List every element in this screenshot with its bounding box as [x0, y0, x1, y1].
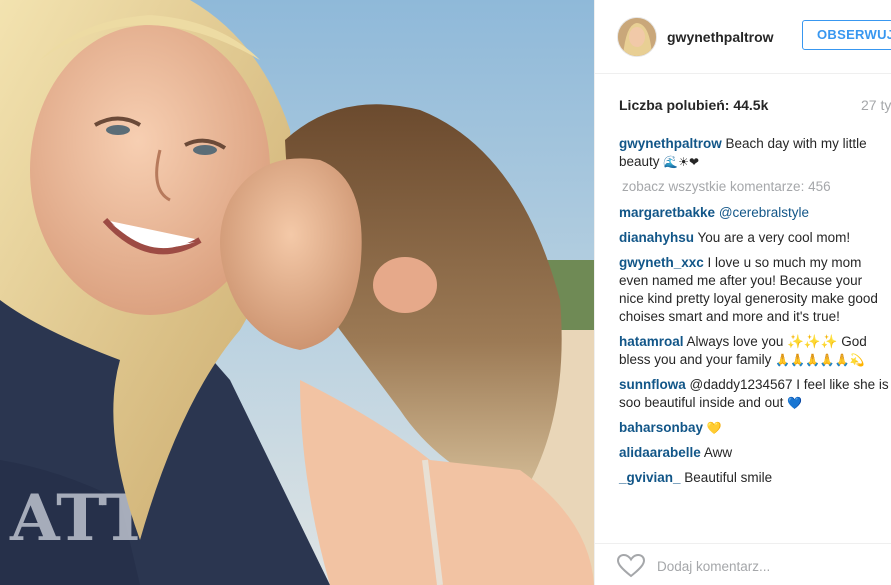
avatar-image [618, 18, 656, 56]
add-comment-input[interactable] [657, 556, 857, 576]
comment-item: dianahyhsu You are a very cool mom! [619, 229, 889, 247]
comment-text: Beautiful smile [680, 470, 773, 485]
comment-username[interactable]: baharsonbay [619, 420, 703, 435]
likes-text: Liczba polubień: 44.5k [619, 97, 769, 113]
follow-button[interactable]: OBSERWUJ [802, 20, 891, 50]
post-photo[interactable]: ATT [0, 0, 594, 585]
comment-text: You are a very cool mom! [694, 230, 851, 245]
comment-emoji: 🙏🙏🙏🙏🙏💫 [775, 353, 865, 367]
comment-username[interactable]: alidaarabelle [619, 445, 701, 460]
comment-item: gwyneth_xxc I love u so much my mom even… [619, 254, 889, 326]
comment-username[interactable]: sunnflowa [619, 377, 686, 392]
comment-item: margaretbakke @cerebralstyle [619, 204, 889, 222]
post-side-panel: gwynethpaltrow OBSERWUJ Liczba polubień:… [594, 0, 891, 585]
avatar[interactable] [617, 17, 657, 57]
comment-item: alidaarabelle Aww [619, 444, 889, 462]
like-button[interactable] [616, 553, 646, 578]
view-all-comments-link[interactable]: zobacz wszystkie komentarze: 456 [622, 178, 889, 196]
comment-emoji: 💛 [706, 421, 722, 435]
header-username[interactable]: gwynethpaltrow [667, 29, 774, 45]
comment-footer [595, 543, 891, 585]
caption: gwynethpaltrow Beach day with my little … [619, 135, 889, 171]
comment-item: baharsonbay 💛 [619, 419, 889, 437]
photo-illustration: ATT [0, 0, 594, 585]
comment-item: _gvivian_ Beautiful smile [619, 469, 889, 487]
comment-item: sunnflowa @daddy1234567 I feel like she … [619, 376, 889, 412]
comment-username[interactable]: gwyneth_xxc [619, 255, 704, 270]
post-time[interactable]: 27 ty [861, 97, 891, 113]
caption-emoji: 🌊☀❤ [663, 155, 700, 169]
post-header: gwynethpaltrow OBSERWUJ [595, 0, 891, 74]
comment-item: hatamroal Always love you ✨✨✨ God bless … [619, 333, 889, 369]
comments-list: gwynethpaltrow Beach day with my little … [619, 135, 889, 494]
comment-username[interactable]: dianahyhsu [619, 230, 694, 245]
comment-text: Aww [700, 445, 733, 460]
comment-username[interactable]: hatamroal [619, 334, 684, 349]
heart-outline-icon [616, 553, 646, 578]
comment-text[interactable]: @cerebralstyle [715, 205, 809, 220]
likes-count: Liczba polubień: 44.5k [619, 97, 891, 113]
comment-emoji: 💙 [787, 396, 803, 410]
comment-username[interactable]: _gvivian_ [619, 470, 681, 485]
comment-username[interactable]: margaretbakke [619, 205, 715, 220]
caption-username[interactable]: gwynethpaltrow [619, 136, 722, 151]
